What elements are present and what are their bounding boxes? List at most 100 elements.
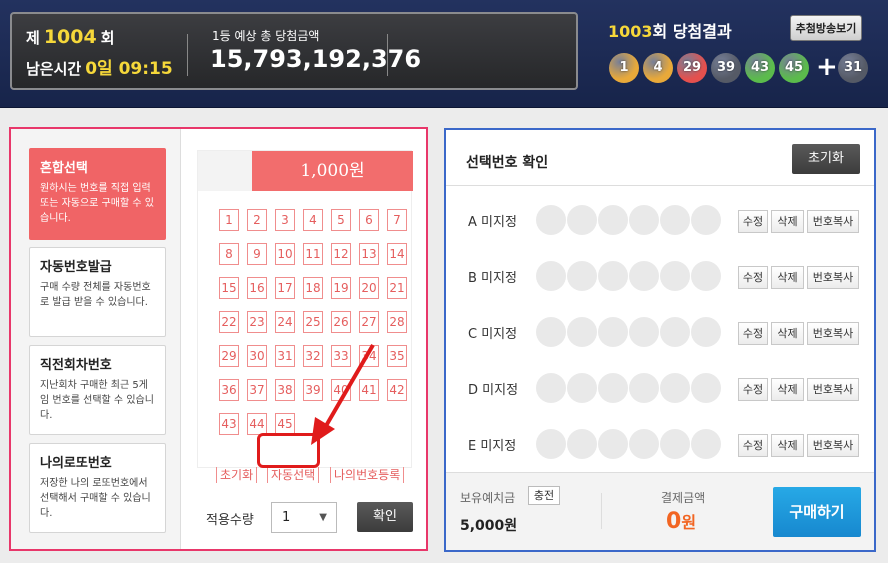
broadcast-button[interactable]: 추첨방송보기	[790, 15, 862, 41]
row-label: E 미지정	[468, 439, 517, 454]
row-label: C 미지정	[468, 327, 518, 342]
lotto-number[interactable]: 6	[359, 209, 379, 231]
number-slot	[691, 429, 721, 459]
lotto-number[interactable]: 42	[387, 379, 407, 401]
lotto-number[interactable]: 22	[219, 311, 239, 333]
last-result-title: 1003회 당첨결과	[608, 22, 732, 41]
lotto-number[interactable]: 1	[219, 209, 239, 231]
lotto-number[interactable]: 25	[303, 311, 323, 333]
number-slot	[691, 317, 721, 347]
copy-button[interactable]: 번호복사	[807, 434, 859, 457]
lotto-number[interactable]: 35	[387, 345, 407, 367]
lotto-number[interactable]: 16	[247, 277, 267, 299]
delete-button[interactable]: 삭제	[771, 322, 804, 345]
lotto-number[interactable]: 45	[275, 413, 295, 435]
lotto-number[interactable]: 38	[275, 379, 295, 401]
copy-button[interactable]: 번호복사	[807, 322, 859, 345]
delete-button[interactable]: 삭제	[771, 434, 804, 457]
auto-select-link[interactable]: 자동선택	[267, 467, 320, 483]
number-slot	[598, 261, 628, 291]
lotto-number[interactable]: 43	[219, 413, 239, 435]
charge-button[interactable]: 충전	[528, 486, 560, 505]
lotto-number[interactable]: 17	[275, 277, 295, 299]
current-round-panel: 제 1004 회 남은시간 0일 09:15 1등 예상 총 당첨금액 15,793,…	[10, 12, 578, 90]
winning-ball: 4	[643, 53, 673, 83]
lotto-number[interactable]: 9	[247, 243, 267, 265]
winning-ball: 29	[677, 53, 707, 83]
remaining-time: 남은시간 0일 09:15	[26, 59, 173, 79]
mode-previous[interactable]: 직전회차번호 지난회차 구매한 최근 5게임 번호를 선택할 수 있습니다.	[29, 345, 166, 435]
lotto-number[interactable]: 4	[303, 209, 323, 231]
copy-button[interactable]: 번호복사	[807, 210, 859, 233]
lotto-number[interactable]: 5	[331, 209, 351, 231]
lotto-number[interactable]: 37	[247, 379, 267, 401]
lotto-number[interactable]: 28	[387, 311, 407, 333]
number-slot	[691, 261, 721, 291]
time-value: 0일 09:15	[85, 59, 173, 79]
mode-my-numbers[interactable]: 나의로또번호 저장한 나의 로또번호에서 선택해서 구매할 수 있습니다.	[29, 443, 166, 533]
delete-button[interactable]: 삭제	[771, 210, 804, 233]
lotto-number[interactable]: 27	[359, 311, 379, 333]
lotto-number[interactable]: 12	[331, 243, 351, 265]
lotto-number[interactable]: 14	[387, 243, 407, 265]
number-slot	[598, 429, 628, 459]
lotto-number[interactable]: 23	[247, 311, 267, 333]
mode-auto[interactable]: 자동번호발급 구매 수량 전체를 자동번호로 발급 받을 수 있습니다.	[29, 247, 166, 337]
number-slot	[660, 317, 690, 347]
lotto-number[interactable]: 21	[387, 277, 407, 299]
lotto-number[interactable]: 24	[275, 311, 295, 333]
copy-button[interactable]: 번호복사	[807, 266, 859, 289]
mode-mixed[interactable]: 혼합선택 원하시는 번호를 직접 입력 또는 자동으로 구매할 수 있습니다.	[29, 148, 166, 240]
balance-label: 보유예치금	[460, 491, 516, 505]
number-slot	[691, 205, 721, 235]
lotto-number[interactable]: 8	[219, 243, 239, 265]
number-slot	[536, 373, 566, 403]
prize-amount: 15,793,192,376	[210, 45, 422, 73]
number-slot	[629, 373, 659, 403]
lotto-number[interactable]: 15	[219, 277, 239, 299]
lotto-number[interactable]: 29	[219, 345, 239, 367]
number-slot	[598, 373, 628, 403]
lotto-number[interactable]: 2	[247, 209, 267, 231]
quantity-select[interactable]: 1 ▼	[271, 502, 337, 533]
winning-ball: 43	[745, 53, 775, 83]
reset-button[interactable]: 초기화	[792, 144, 860, 174]
number-slot	[567, 205, 597, 235]
edit-button[interactable]: 수정	[738, 266, 768, 289]
lotto-number[interactable]: 11	[303, 243, 323, 265]
number-slot	[660, 429, 690, 459]
lotto-number[interactable]: 10	[275, 243, 295, 265]
prize-label: 1등 예상 총 당첨금액	[212, 29, 320, 43]
selection-row: D 미지정 수정 삭제 번호복사	[446, 359, 874, 415]
number-slot	[660, 261, 690, 291]
slip-reset-link[interactable]: 초기화	[216, 467, 258, 483]
edit-button[interactable]: 수정	[738, 210, 768, 233]
lotto-number[interactable]: 36	[219, 379, 239, 401]
confirm-button[interactable]: 확인	[357, 502, 413, 532]
selection-title: 선택번호 확인	[466, 155, 549, 171]
edit-button[interactable]: 수정	[738, 434, 768, 457]
edit-button[interactable]: 수정	[738, 378, 768, 401]
delete-button[interactable]: 삭제	[771, 266, 804, 289]
number-slot	[567, 429, 597, 459]
copy-button[interactable]: 번호복사	[807, 378, 859, 401]
selection-row: A 미지정 수정 삭제 번호복사	[446, 191, 874, 247]
delete-button[interactable]: 삭제	[771, 378, 804, 401]
lotto-number[interactable]: 20	[359, 277, 379, 299]
lotto-number[interactable]: 19	[331, 277, 351, 299]
lotto-number[interactable]: 26	[331, 311, 351, 333]
plus-icon: +	[816, 52, 838, 82]
lotto-number[interactable]: 31	[275, 345, 295, 367]
my-numbers-link[interactable]: 나의번호등록	[330, 467, 405, 483]
buy-button[interactable]: 구매하기	[773, 487, 861, 537]
lotto-number[interactable]: 18	[303, 277, 323, 299]
pay-amount: 0원	[666, 509, 697, 534]
lotto-number[interactable]: 3	[275, 209, 295, 231]
lotto-number[interactable]: 30	[247, 345, 267, 367]
edit-button[interactable]: 수정	[738, 322, 768, 345]
balance-value: 5,000원	[460, 518, 518, 534]
lotto-number[interactable]: 44	[247, 413, 267, 435]
selection-row: B 미지정 수정 삭제 번호복사	[446, 247, 874, 303]
lotto-number[interactable]: 7	[387, 209, 407, 231]
lotto-number[interactable]: 13	[359, 243, 379, 265]
